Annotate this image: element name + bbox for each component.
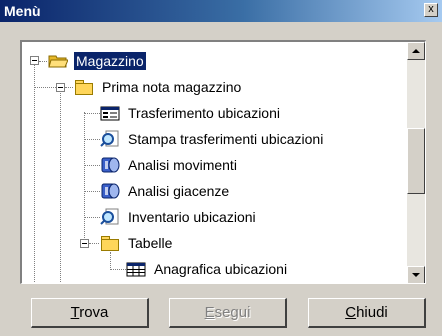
tree-item-label: Trasferimento ubicazioni — [128, 105, 280, 121]
folder-icon — [100, 234, 120, 252]
run-accel: E — [204, 304, 215, 321]
tree-item-analisi-giacenze[interactable]: Analisi giacenze — [100, 178, 231, 204]
title-bar[interactable]: Menù x — [0, 0, 442, 22]
close-label: hiudi — [356, 304, 388, 321]
tree-connector — [84, 139, 100, 140]
arrow-up-icon — [412, 49, 420, 53]
tree-connector — [84, 217, 100, 218]
tree-item-magazzino[interactable]: Magazzino — [48, 48, 147, 74]
tree-item-tabelle[interactable]: Tabelle — [100, 230, 174, 256]
collapse-magazzino-toggle[interactable] — [30, 56, 39, 65]
tree-item-label: Prima nota magazzino — [102, 79, 242, 95]
tree-level1-line — [60, 88, 61, 283]
tree-item-label: Magazzino — [73, 51, 147, 71]
tree-level2-line — [84, 112, 85, 242]
tree-connector — [110, 269, 126, 270]
close-icon: x — [428, 3, 434, 15]
table-icon — [126, 260, 146, 278]
run-label: segui — [214, 304, 251, 321]
scroll-thumb[interactable] — [407, 128, 425, 194]
tree-connector — [89, 243, 99, 244]
close-button[interactable]: Chiudi — [308, 298, 426, 328]
tree-connector — [84, 191, 100, 192]
analysis-icon — [100, 156, 120, 174]
tree-connector — [110, 252, 111, 270]
collapse-prima-nota-toggle[interactable] — [56, 83, 65, 92]
tree-item-prima-nota-magazzino[interactable]: Prima nota magazzino — [74, 74, 243, 100]
tree-connector — [65, 87, 73, 88]
scroll-down-button[interactable] — [407, 266, 425, 283]
close-window-button[interactable]: x — [424, 3, 438, 17]
collapse-tabelle-toggle[interactable] — [80, 239, 89, 248]
analysis-icon — [100, 182, 120, 200]
tree-connector — [84, 165, 100, 166]
find-label: rova — [79, 304, 109, 321]
window-title: Menù — [4, 3, 41, 19]
run-button[interactable]: Esegui — [169, 298, 287, 328]
form-icon — [100, 104, 120, 122]
tree-item-trasferimento-ubicazioni[interactable]: Trasferimento ubicazioni — [100, 100, 282, 126]
menu-tree: Magazzino Prima nota magazzino Trasferim… — [20, 40, 426, 284]
tree-connector — [39, 61, 47, 62]
tree-connector — [84, 113, 100, 114]
scroll-up-button[interactable] — [407, 42, 425, 60]
folder-icon — [74, 78, 94, 96]
tree-item-label: Tabelle — [128, 235, 173, 251]
find-button[interactable]: Trova — [31, 298, 149, 328]
tree-content: Magazzino Prima nota magazzino Trasferim… — [22, 42, 408, 283]
find-accel: T — [70, 304, 80, 321]
tree-item-analisi-movimenti[interactable]: Analisi movimenti — [100, 152, 239, 178]
tree-root-line — [34, 62, 35, 283]
tree-item-label: Analisi giacenze — [128, 183, 230, 199]
tree-item-label: Stampa trasferimenti ubicazioni — [128, 131, 324, 147]
open-folder-icon — [48, 52, 69, 70]
tree-item-stampa-trasferimenti-ubicazioni[interactable]: Stampa trasferimenti ubicazioni — [100, 126, 325, 152]
vertical-scrollbar[interactable] — [407, 42, 425, 283]
menu-window: Menù x Magazzino Prima nota magazzino Tr… — [0, 0, 442, 336]
tree-item-label: Anagrafica ubicazioni — [154, 261, 288, 277]
close-accel: C — [345, 304, 357, 321]
tree-connector — [34, 87, 56, 88]
search-report-icon — [100, 130, 120, 148]
tree-item-anagrafica-ubicazioni[interactable]: Anagrafica ubicazioni — [126, 256, 289, 282]
search-report-icon — [100, 208, 120, 226]
tree-item-inventario-ubicazioni[interactable]: Inventario ubicazioni — [100, 204, 258, 230]
tree-item-label: Inventario ubicazioni — [128, 209, 256, 225]
tree-item-label: Analisi movimenti — [128, 157, 237, 173]
arrow-down-icon — [412, 273, 420, 277]
